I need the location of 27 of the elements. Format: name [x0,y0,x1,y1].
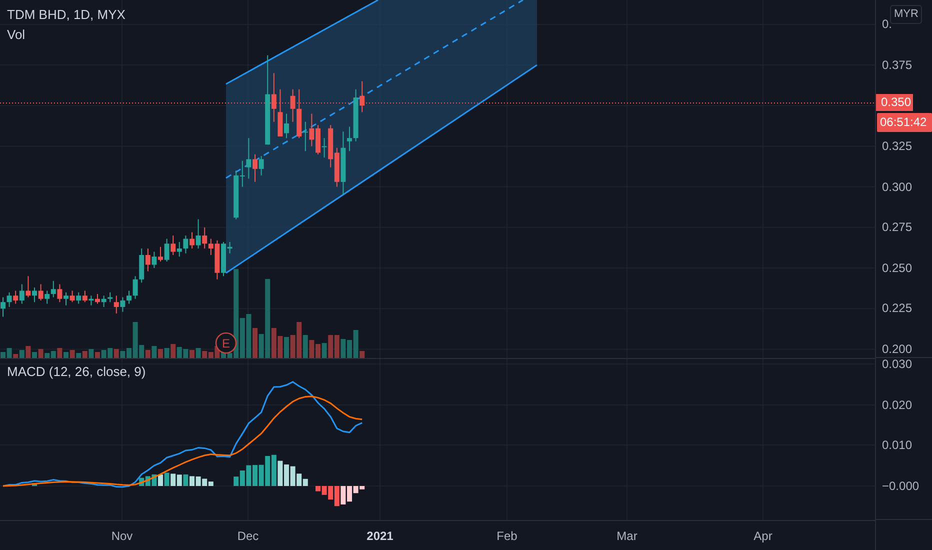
price-axis-label: 0.300 [882,180,912,194]
macd-title: MACD (12, 26, close, 9) [7,363,146,380]
price-axis-label: 0.250 [882,260,912,275]
volume-label: Vol [7,26,26,43]
time-axis-label: Mar [616,529,638,543]
currency-button[interactable]: MYR [890,5,922,24]
symbol-title: TDM BHD, 1D, MYX [7,6,126,23]
macd-axis-label: 0.020 [882,398,914,410]
earnings-marker[interactable]: E [215,332,237,354]
histogram-bar [32,483,37,486]
price-axis-label: 0.200 [882,342,912,356]
time-axis-label: Nov [111,529,133,543]
last-price-label: 0.350 [876,94,913,112]
parallel-channel-drawing[interactable] [226,0,538,274]
price-axis-label: 0.275 [882,220,912,234]
price-axis-label: 0. [882,17,892,32]
price-axis-label: 0.325 [882,139,912,154]
time-axis-label: Dec [237,529,259,543]
time-axis-label: Apr [754,529,772,543]
price-axis-label: 0.375 [882,58,912,72]
time-axis-label: Feb [496,529,518,543]
time-axis-label: 2021 [366,529,394,543]
macd-axis-label: −0.000 [882,480,920,492]
price-axis-label: 0.225 [882,301,912,316]
macd-axis-label: 0.030 [882,358,914,370]
macd-axis-label: 0.010 [882,439,914,451]
countdown-label: 06:51:42 [877,113,932,132]
